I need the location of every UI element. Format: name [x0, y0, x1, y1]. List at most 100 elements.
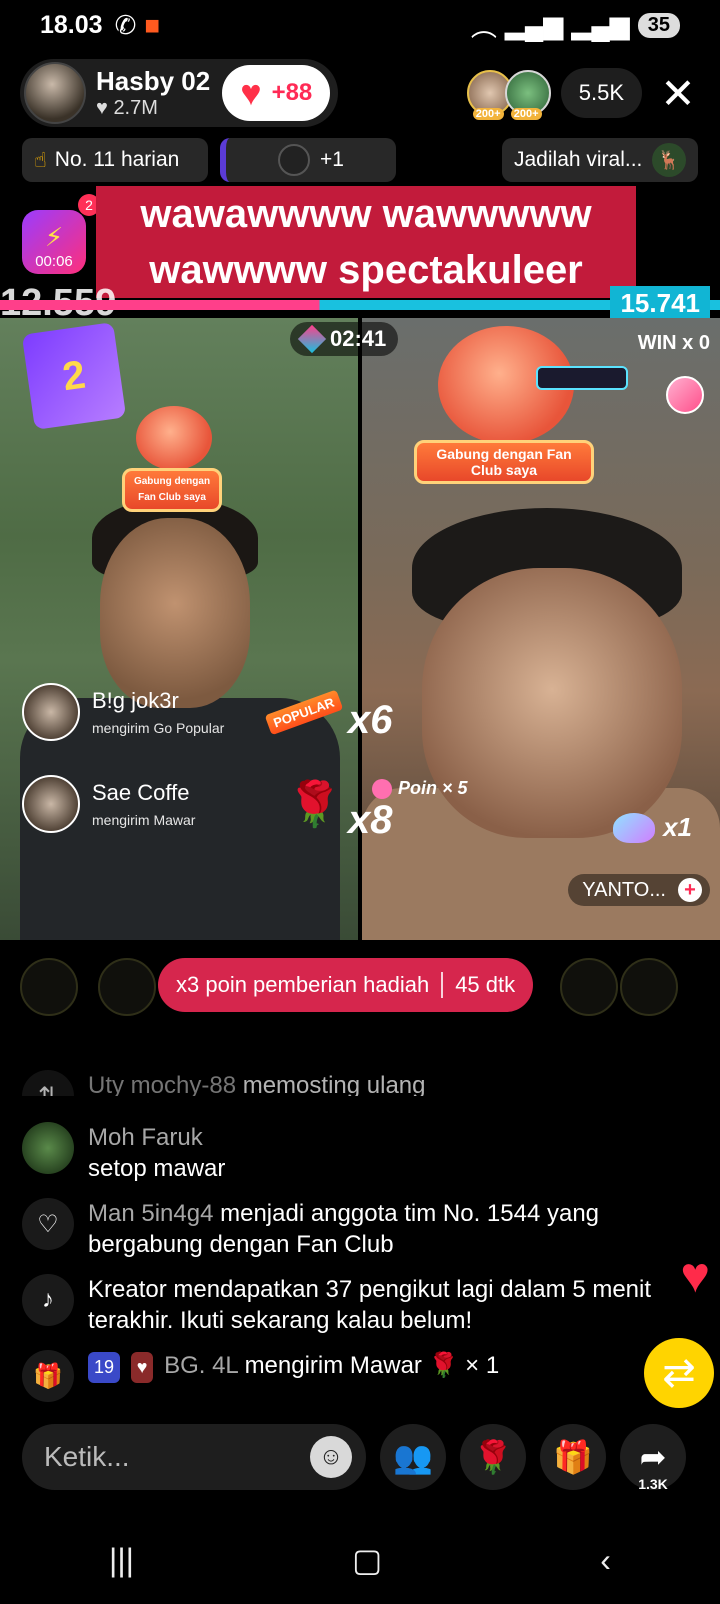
supporter-avatar: [20, 958, 78, 1016]
multi-guest-button[interactable]: 👥: [380, 1424, 446, 1490]
chat-username[interactable]: Moh Faruk: [88, 1122, 225, 1153]
status-bar: 18.03 ✆ ■ ︵ ▂▄▆ ▂▄▆ 35: [0, 0, 720, 50]
guest-avatar: [278, 144, 311, 176]
viewer-avatar[interactable]: 200+: [504, 70, 551, 120]
wifi-icon: ︵: [470, 11, 497, 42]
chat-feed[interactable]: ⇅ Uty mochy-88 memosting ulang Moh Faruk…: [22, 1070, 702, 1416]
gem-gift-icon: [613, 812, 656, 843]
gift-icon: 🎁: [553, 1439, 593, 1475]
follow-plus-icon[interactable]: +: [678, 878, 702, 902]
rose-icon: 🌹: [287, 780, 342, 829]
gift-bonus-bar: x3 poin pemberian hadiah 45 dtk: [20, 954, 700, 1016]
host-name: Hasby 02: [96, 66, 211, 96]
battle-area: 2 Gabung dengan Fan Club saya B!g jok3r …: [0, 318, 720, 940]
system-nav-bar: ||| ▢ ‹: [0, 1530, 720, 1590]
host-avatar[interactable]: [24, 62, 86, 124]
viewer-count[interactable]: 5.5K: [560, 68, 642, 118]
chat-message: ⇅ Uty mochy-88 memosting ulang: [22, 1070, 702, 1096]
share-count: 1.3K: [638, 1476, 668, 1492]
repost-icon: ⇅: [22, 1070, 74, 1096]
chat-message: 🎁 19 ♥ BG. 4L mengirim Mawar 🌹 × 1: [22, 1350, 702, 1402]
home-icon[interactable]: ▢: [352, 1541, 382, 1579]
bottom-bar: ☺ 👥 🌹 🎁 ➦ 1.3K: [22, 1424, 698, 1492]
guest-chip[interactable]: +1: [220, 138, 396, 182]
people-icon: 👥: [393, 1439, 433, 1475]
tiktok-icon: ♪: [22, 1274, 74, 1326]
rose-gift-button[interactable]: 🌹: [460, 1424, 526, 1490]
recent-apps-icon[interactable]: |||: [109, 1542, 134, 1579]
boost-timer[interactable]: ⚡ 00:06: [22, 210, 86, 274]
gift-notification: Sae Coffe mengirim Mawar 🌹: [22, 772, 342, 836]
combo-count: x8: [348, 798, 393, 842]
user-avatar[interactable]: [22, 1122, 74, 1174]
like-button[interactable]: ♥ +88: [222, 65, 331, 121]
popular-gift-icon: POPULAR: [265, 689, 344, 735]
chat-username[interactable]: Man 5in4g4: [88, 1200, 213, 1227]
combo-count: x6: [348, 698, 393, 742]
chat-text: setop mawar: [88, 1155, 226, 1182]
signal-icon: ▂▄▆: [504, 9, 564, 40]
heart-icon: ♥: [96, 97, 108, 119]
fanclub-join-badge[interactable]: Gabung dengan Fan Club saya: [414, 440, 594, 484]
like-bonus: +88: [271, 79, 313, 106]
mascot-icon: [136, 406, 212, 470]
chat-message: ♡ Man 5in4g4 menjadi anggota tim No. 154…: [22, 1198, 702, 1260]
battle-countdown: 02:41: [290, 322, 399, 356]
mascot-icon: [438, 326, 628, 444]
gift-notification: B!g jok3r mengirim Go Popular POPULAR: [22, 680, 344, 744]
share-arrow-icon: ➦: [639, 1439, 667, 1475]
chat-username[interactable]: BG. 4L: [164, 1352, 238, 1379]
clock: 18.03: [40, 10, 103, 39]
right-stream[interactable]: Gabung dengan Fan Club saya WIN x 0 Poin…: [362, 318, 720, 940]
info-row: ☝ No. 11 harian +1 Jadilah viral... 🦌: [22, 138, 698, 182]
win-streak-label: WIN x 0: [637, 332, 710, 354]
back-icon[interactable]: ‹: [600, 1542, 611, 1579]
close-button[interactable]: ✕: [656, 69, 700, 118]
left-stream[interactable]: 2 Gabung dengan Fan Club saya B!g jok3r …: [0, 318, 358, 940]
sunglasses-icon: [536, 366, 628, 390]
repost-button[interactable]: ⇄: [644, 1338, 714, 1408]
gifter-avatar: [22, 683, 80, 741]
chat-message: Moh Faruk setop mawar: [22, 1122, 702, 1184]
bonus-points-pill[interactable]: x3 poin pemberian hadiah 45 dtk: [158, 958, 534, 1012]
floating-heart-icon: ♥: [680, 1247, 710, 1303]
supporter-avatar: [560, 958, 618, 1016]
fan-badge: ♥: [130, 1352, 154, 1383]
chat-message: ♪ Kreator mendapatkan 37 pengikut lagi d…: [22, 1274, 702, 1336]
camera-icon: ■: [144, 9, 161, 40]
battle-icon: [297, 324, 327, 354]
badge-icon[interactable]: [666, 376, 704, 414]
emoji-icon[interactable]: ☺: [310, 1436, 352, 1478]
daily-rank-chip[interactable]: ☝ No. 11 harian: [22, 138, 208, 182]
live-header: Hasby 02 ♥ 2.7M ♥ +88 200+ 200+ 5.5K ✕: [20, 58, 700, 128]
hand-icon: ☝: [34, 148, 47, 172]
gifter-avatar: [22, 775, 80, 833]
battery-indicator: 35: [637, 12, 680, 38]
fanclub-join-badge[interactable]: Gabung dengan Fan Club saya: [122, 468, 222, 512]
share-button[interactable]: ➦ 1.3K: [620, 1424, 686, 1492]
whatsapp-icon: ✆: [114, 9, 137, 40]
level-badge: 19: [88, 1352, 121, 1383]
right-team-score: 15.741: [610, 286, 710, 321]
top-viewers[interactable]: 200+ 200+: [466, 70, 551, 120]
chat-text: Kreator mendapatkan 37 pengikut lagi dal…: [88, 1276, 652, 1334]
opponent-follow-pill[interactable]: YANTO... +: [568, 874, 710, 906]
gift-icon: 🎁: [22, 1350, 74, 1402]
rose-icon: 🌹: [473, 1439, 513, 1475]
go-viral-chip[interactable]: Jadilah viral... 🦌: [502, 138, 698, 182]
rose-icon: 🌹: [428, 1352, 459, 1379]
bolt-icon: ⚡: [44, 222, 64, 252]
signal-icon-2: ▂▄▆: [571, 9, 630, 40]
host-likes-count: 2.7M: [113, 97, 158, 119]
gift-button[interactable]: 🎁: [540, 1424, 606, 1490]
gift-count: x1: [613, 812, 692, 843]
host-info-pill[interactable]: Hasby 02 ♥ 2.7M ♥ +88: [20, 59, 339, 127]
points-icon: [372, 778, 392, 799]
heart-icon: ♥: [240, 72, 262, 113]
supporter-avatar: [620, 958, 678, 1016]
deer-icon: 🦌: [652, 143, 686, 177]
supporter-avatar: [98, 958, 156, 1016]
gift-card-icon: 2: [21, 322, 127, 430]
comment-banner: wawawwww wawwwww wawwww spectakuleer: [96, 186, 636, 298]
points-multiplier: Poin × 5: [372, 778, 468, 799]
